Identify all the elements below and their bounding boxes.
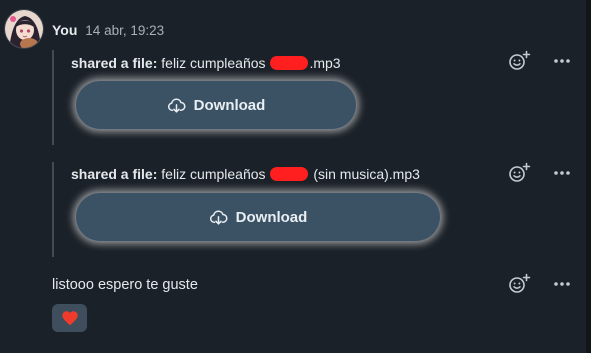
file-name-start: feliz cumpleaños [161, 55, 266, 71]
avatar-image [5, 10, 43, 48]
avatar[interactable] [4, 9, 44, 49]
cloud-download-icon [209, 210, 228, 225]
download-button[interactable]: Download [76, 193, 440, 241]
add-reaction-icon [509, 162, 531, 182]
chat-message-group: You 14 abr, 19:23 shared a file: feliz c… [0, 0, 591, 353]
download-button[interactable]: Download [76, 81, 356, 129]
file-attachment: shared a file: feliz cumpleaños .mp3 Dow… [52, 50, 472, 145]
download-button-label: Download [235, 208, 308, 226]
more-options-icon [554, 171, 570, 175]
more-options-button[interactable] [550, 273, 574, 295]
file-caption: shared a file: feliz cumpleaños (sin mus… [71, 165, 420, 183]
author-name[interactable]: You [52, 22, 77, 38]
message-timestamp[interactable]: 14 abr, 19:23 [85, 23, 164, 38]
file-caption-prefix: shared a file: [71, 166, 158, 182]
cloud-download-icon [167, 98, 186, 113]
file-name-end: (sin musica).mp3 [313, 166, 420, 182]
file-name-end: .mp3 [309, 55, 341, 71]
download-button-label: Download [193, 96, 266, 114]
more-options-button[interactable] [550, 162, 574, 184]
more-options-button[interactable] [550, 50, 574, 72]
heart-icon [61, 311, 78, 326]
reaction-heart[interactable] [52, 304, 87, 332]
redaction-mark [270, 167, 309, 181]
add-reaction-button[interactable] [507, 162, 531, 184]
scrollbar-track[interactable] [586, 0, 591, 353]
more-options-icon [554, 59, 570, 63]
file-caption: shared a file: feliz cumpleaños .mp3 [71, 54, 341, 72]
add-reaction-icon [509, 273, 531, 293]
file-caption-prefix: shared a file: [71, 55, 158, 71]
more-options-icon [554, 282, 570, 286]
redaction-mark [270, 56, 309, 70]
message-header: You 14 abr, 19:23 [52, 21, 164, 40]
add-reaction-button[interactable] [507, 50, 531, 72]
file-name-start: feliz cumpleaños [161, 166, 266, 182]
file-attachment: shared a file: feliz cumpleaños (sin mus… [52, 162, 472, 257]
add-reaction-icon [509, 50, 531, 70]
add-reaction-button[interactable] [507, 273, 531, 295]
message-text: listooo espero te guste [52, 277, 198, 293]
